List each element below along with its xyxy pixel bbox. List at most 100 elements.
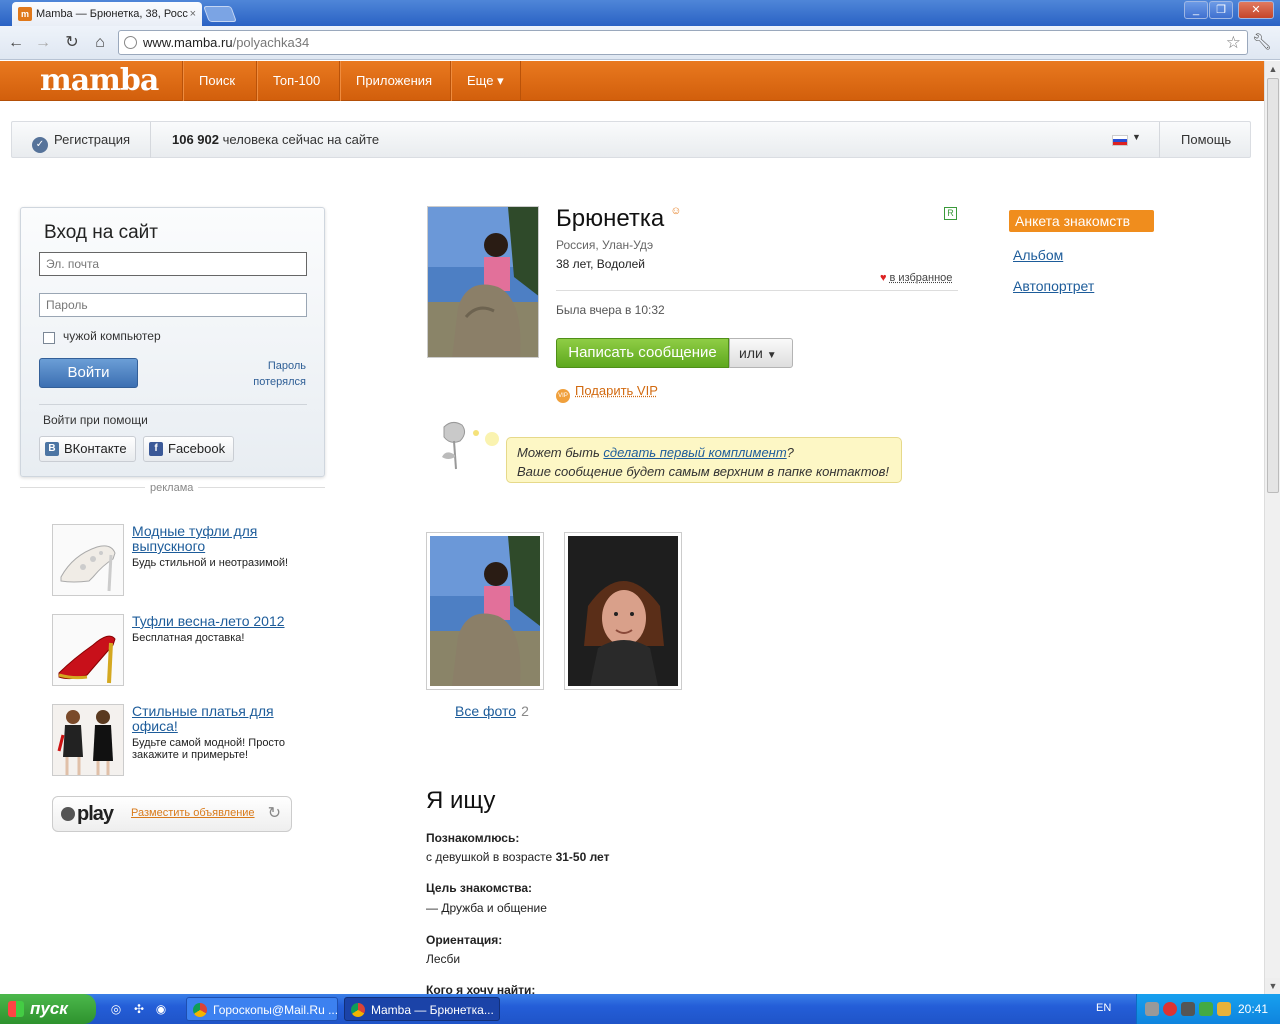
- facebook-login-button[interactable]: f Facebook: [143, 436, 234, 462]
- minimize-button[interactable]: _: [1184, 1, 1208, 19]
- wrench-icon[interactable]: 🔧︎: [1252, 32, 1272, 52]
- foreign-computer-label: чужой компьютер: [63, 329, 161, 343]
- compliment-banner: Может быть сделать первый комплимент? Ва…: [506, 437, 902, 483]
- taskbar-item-label: Гороскопы@Mail.Ru ...: [213, 1003, 338, 1017]
- online-counter: 106 902 человека сейчас на сайте: [172, 122, 379, 158]
- nav-top100[interactable]: Топ-100: [256, 61, 336, 101]
- taskbar-item-active[interactable]: Mamba — Брюнетка...: [344, 997, 500, 1021]
- reload-icon[interactable]: ↻: [62, 33, 82, 53]
- online-text: человека сейчас на сайте: [223, 132, 380, 147]
- play-logo-text: play: [77, 803, 113, 825]
- tab-close-icon[interactable]: ×: [190, 2, 196, 26]
- tab-selfportrait[interactable]: Автопортрет: [1009, 278, 1154, 294]
- quicklaunch-icon[interactable]: ✣: [131, 1001, 147, 1017]
- vip-icon: VIP: [556, 389, 570, 403]
- tray-icon[interactable]: [1217, 1002, 1231, 1016]
- nav-more[interactable]: Еще ▾: [450, 61, 521, 101]
- goal-label: Цель знакомства:: [426, 881, 532, 895]
- back-arrow-icon[interactable]: ←: [6, 33, 26, 53]
- shoe-image[interactable]: [52, 524, 124, 596]
- tray-icon[interactable]: [1199, 1002, 1213, 1016]
- ad-title[interactable]: Модные туфли для выпускного: [132, 524, 302, 554]
- quicklaunch-icon[interactable]: ◎: [108, 1001, 124, 1017]
- ad-title[interactable]: Стильные платья для офиса!: [132, 704, 302, 734]
- orientation-value: Лесби: [426, 952, 460, 966]
- russia-flag-icon[interactable]: [1112, 135, 1128, 146]
- forward-arrow-icon[interactable]: →: [33, 33, 53, 53]
- add-favorite-link[interactable]: ♥ в избранное: [880, 272, 952, 284]
- write-message-button[interactable]: Написать сообщение: [556, 338, 729, 368]
- site-logo[interactable]: mamba: [40, 63, 158, 98]
- help-link[interactable]: Помощь: [1181, 122, 1231, 158]
- start-button[interactable]: пуск: [0, 994, 96, 1024]
- scroll-up-icon[interactable]: ▲: [1265, 61, 1280, 77]
- vk-label: ВКонтакте: [64, 441, 127, 456]
- clock[interactable]: 20:41: [1238, 1002, 1268, 1016]
- post-ad-link[interactable]: Разместить объявление: [131, 807, 255, 819]
- play-circle-icon: [61, 807, 75, 821]
- more-actions-dropdown[interactable]: или ▼: [729, 338, 793, 368]
- tray-icon[interactable]: [1145, 1002, 1159, 1016]
- or-label: или: [739, 345, 763, 361]
- start-label: пуск: [30, 999, 68, 1018]
- mamba-favicon-icon: m: [18, 7, 32, 21]
- volume-icon[interactable]: [1181, 1002, 1195, 1016]
- email-field[interactable]: Эл. почта: [39, 252, 307, 276]
- password-field[interactable]: Пароль: [39, 293, 307, 317]
- ad-desc: Будьте самой модной! Просто закажите и п…: [132, 737, 302, 761]
- login-via-label: Войти при помощи: [43, 413, 148, 427]
- refresh-icon[interactable]: ↻: [268, 803, 281, 823]
- red-shoe-image[interactable]: [52, 614, 124, 686]
- ad-item[interactable]: Туфли весна-лето 2012 Бесплатная доставк…: [52, 614, 302, 686]
- who-label: Кого я хочу найти:: [426, 983, 535, 994]
- real-badge[interactable]: R: [944, 207, 957, 220]
- maximize-button[interactable]: ❐: [1209, 1, 1233, 19]
- nav-apps[interactable]: Приложения: [339, 61, 448, 101]
- scroll-down-icon[interactable]: ▼: [1265, 978, 1280, 994]
- page-scrollbar[interactable]: ▲ ▼: [1264, 61, 1280, 994]
- new-tab-button[interactable]: [203, 6, 237, 22]
- taskbar-item[interactable]: Гороскопы@Mail.Ru ...: [186, 997, 338, 1021]
- language-indicator[interactable]: EN: [1096, 1002, 1111, 1014]
- home-icon[interactable]: ⌂: [90, 33, 110, 53]
- profile-photo[interactable]: [427, 206, 539, 358]
- dresses-image[interactable]: [52, 704, 124, 776]
- lost-password-link[interactable]: Пароль потерялся: [253, 358, 306, 390]
- scrollbar-thumb[interactable]: [1267, 78, 1279, 493]
- divider: [39, 404, 307, 405]
- chevron-down-icon[interactable]: ▼: [1132, 132, 1141, 142]
- all-photos-link[interactable]: Все фото 2: [455, 703, 529, 719]
- close-window-button[interactable]: ✕: [1238, 1, 1274, 19]
- register-link[interactable]: ✓ Регистрация: [32, 122, 130, 158]
- ad-item[interactable]: Стильные платья для офиса! Будьте самой …: [52, 704, 302, 776]
- orientation-label: Ориентация:: [426, 933, 502, 947]
- profile-name: Брюнетка ☺: [556, 205, 682, 233]
- photo-thumbnail[interactable]: [426, 532, 544, 690]
- ad-label: реклама: [145, 482, 198, 494]
- play-logo: play: [61, 803, 113, 826]
- tab-title: Mamba — Брюнетка, 38, Росс: [36, 8, 188, 20]
- browser-tab[interactable]: m Mamba — Брюнетка, 38, Росс ×: [12, 2, 202, 26]
- compliment-suffix: ?: [787, 445, 794, 460]
- ad-title[interactable]: Туфли весна-лето 2012: [132, 614, 302, 629]
- windows-taskbar: пуск ◎ ✣ ◉ Гороскопы@Mail.Ru ... Mamba —…: [0, 994, 1280, 1024]
- vk-login-button[interactable]: В ВКонтакте: [39, 436, 136, 462]
- seeking-label: Познакомлюсь:: [426, 831, 519, 845]
- tab-album[interactable]: Альбом: [1009, 247, 1154, 263]
- favorite-label: в избранное: [890, 272, 953, 284]
- compliment-link[interactable]: сделать первый комплимент: [603, 445, 786, 460]
- login-button[interactable]: Войти: [39, 358, 138, 388]
- browser-toolbar: ← → ↻ ⌂ www.mamba.ru/polyachka34 ☆ 🔧︎: [0, 26, 1280, 60]
- ad-item[interactable]: Модные туфли для выпускного Будь стильно…: [52, 524, 302, 596]
- tray-icon[interactable]: [1163, 1002, 1177, 1016]
- gift-vip-link[interactable]: VIP Подарить VIP: [556, 383, 658, 403]
- foreign-computer-checkbox[interactable]: [43, 332, 55, 344]
- tab-profile[interactable]: Анкета знакомств: [1009, 210, 1154, 232]
- bookmark-star-icon[interactable]: ☆: [1226, 31, 1241, 54]
- address-bar[interactable]: www.mamba.ru/polyachka34 ☆: [118, 30, 1248, 55]
- photo-thumbnail[interactable]: [564, 532, 682, 690]
- quicklaunch-icon[interactable]: ◉: [153, 1001, 169, 1017]
- ad-desc: Бесплатная доставка!: [132, 632, 302, 644]
- info-bar: ✓ Регистрация 106 902 человека сейчас на …: [11, 121, 1251, 158]
- nav-search[interactable]: Поиск: [182, 61, 251, 101]
